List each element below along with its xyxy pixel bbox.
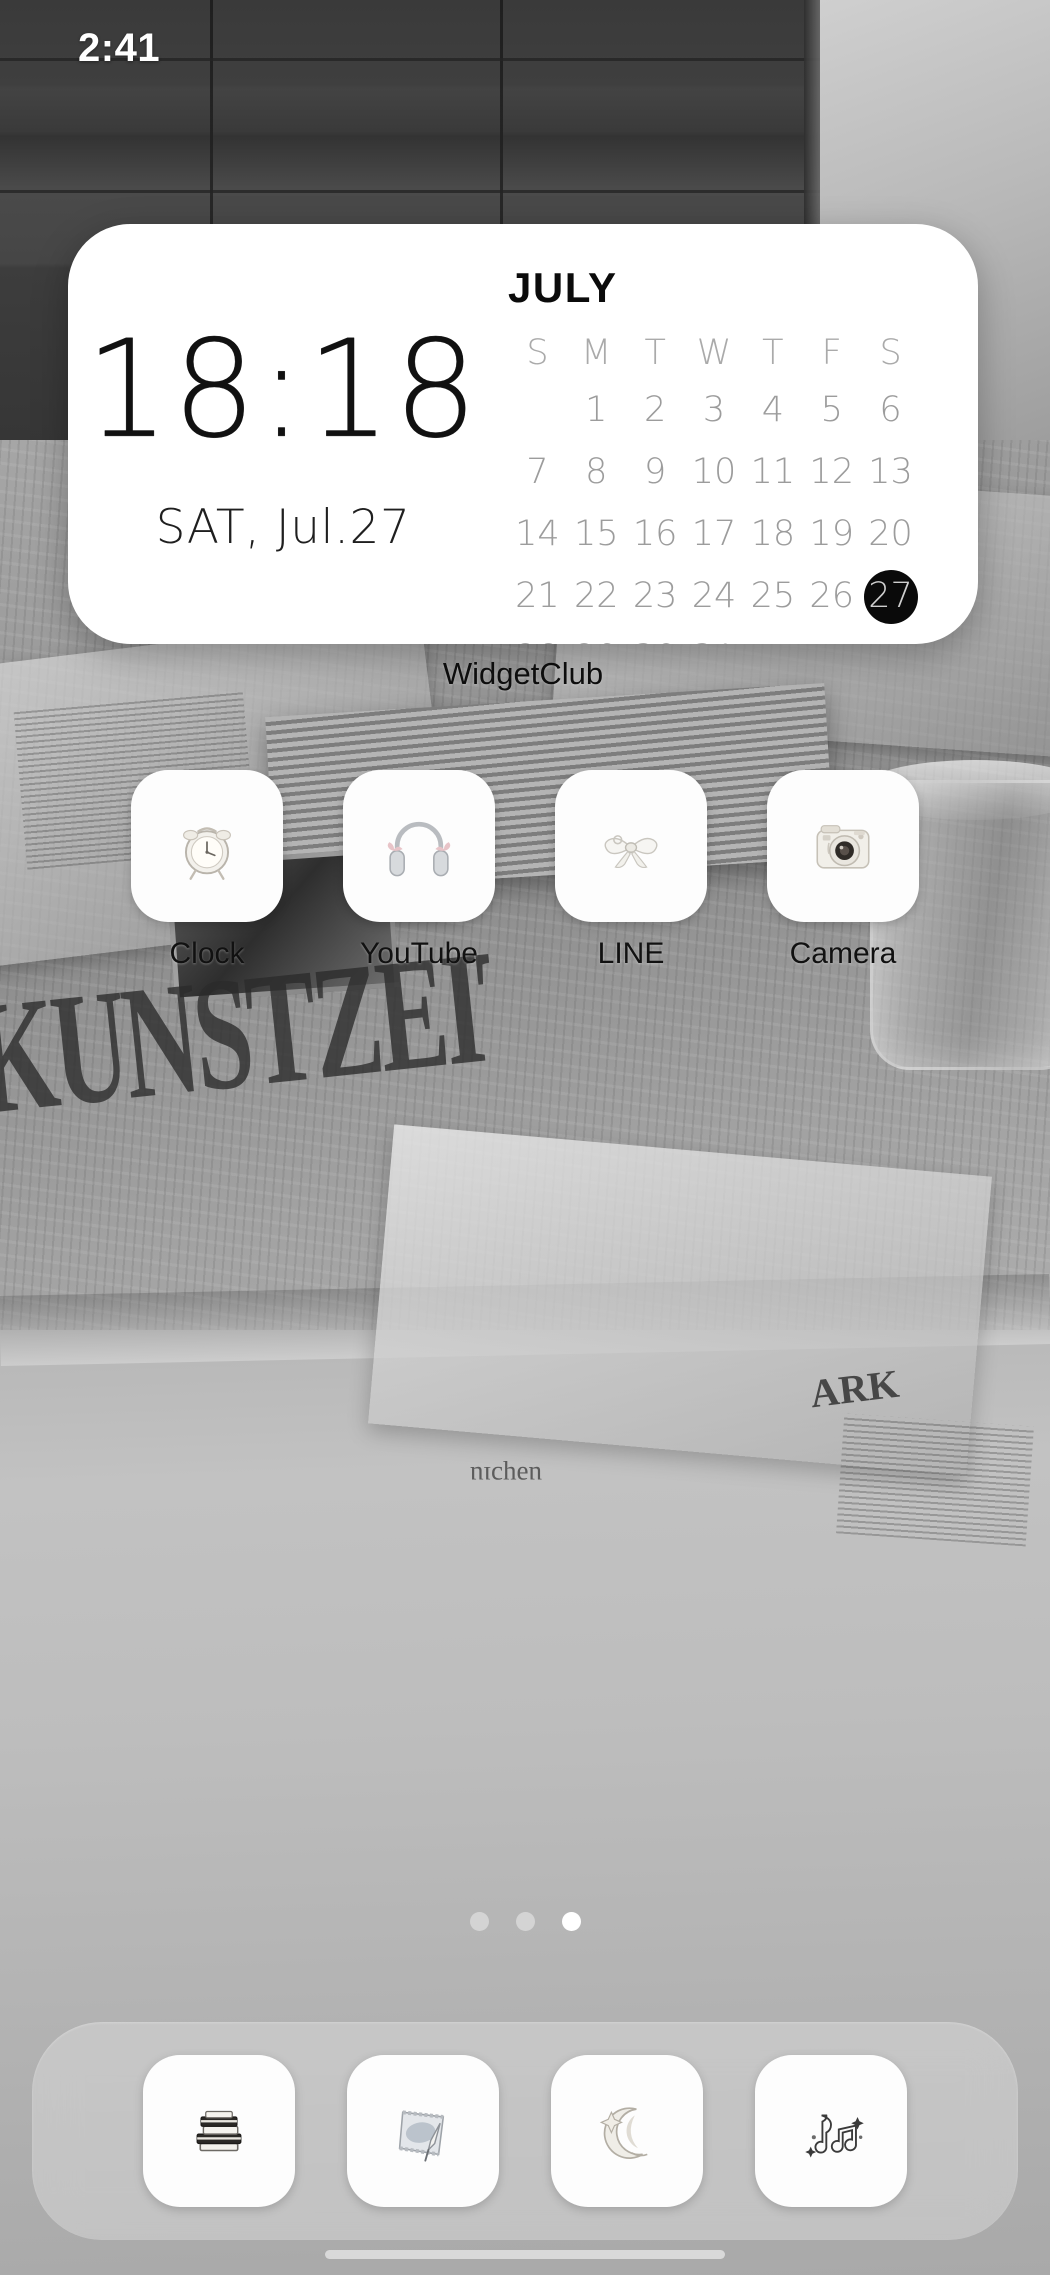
app-icon-camera[interactable]: Camera <box>767 770 919 971</box>
app-icon-grid: Clock YouTube LINE Camera <box>0 770 1050 971</box>
calendar-day-header: T <box>644 333 666 373</box>
calendar-day: 15 <box>573 513 619 554</box>
dock <box>32 2022 1018 2240</box>
calendar-day: 17 <box>691 513 737 554</box>
calendar-empty-cell <box>510 384 564 438</box>
calendar-day-header: T <box>762 333 784 373</box>
calendar-day: 16 <box>632 513 678 554</box>
widget-calendar-section: JULY S M T W T F S 1 2 3 4 5 6 7 8 9 10 11 12 13 14 15 16 17 18 1… <box>498 224 978 644</box>
app-tile[interactable] <box>343 770 495 922</box>
calendar-day: 26 <box>809 575 854 616</box>
calendar-day: 3 <box>702 389 726 430</box>
calendar-day: 13 <box>868 451 913 492</box>
calendar-day-header: W <box>696 333 732 373</box>
calendar-day: 28 <box>510 632 564 644</box>
calendar-day: 22 <box>573 575 619 616</box>
widget-date-label: SAT, Jul.27 <box>155 499 411 555</box>
widget-month-label: JULY <box>508 264 618 311</box>
home-indicator[interactable] <box>325 2250 725 2259</box>
calendar-day: 20 <box>868 513 913 554</box>
calendar-day-header: M <box>581 333 612 373</box>
calendar-day: 10 <box>691 451 737 492</box>
app-tile[interactable] <box>767 770 919 922</box>
dock-app-crescent-moon-star[interactable] <box>551 2055 703 2207</box>
widget-calendar-grid: S M T W T F S 1 2 3 4 5 6 7 8 9 10 11 12 13 14 15 16 17 18 19 20 21… <box>508 332 920 644</box>
calendar-day: 6 <box>879 389 902 430</box>
calendar-day: 24 <box>691 575 737 616</box>
page-dot[interactable] <box>469 1912 489 1931</box>
calendar-day: 9 <box>643 451 667 492</box>
calendar-day: 2 <box>643 389 667 430</box>
calendar-day: 23 <box>632 575 678 616</box>
crescent-moon-star-icon <box>599 2107 648 2159</box>
widget-clock-time: 18:18 <box>85 310 481 469</box>
alarm-clock-icon <box>183 827 231 880</box>
calendar-day: 5 <box>820 389 843 430</box>
page-dot[interactable] <box>515 1912 535 1931</box>
home-screen: KUNSTZEITUNG ARK uəɥɔıu 2:41 18:18 SAT, … <box>0 0 1050 2275</box>
app-icon-label: Clock <box>169 937 245 970</box>
dock-app-notepad-pen[interactable] <box>347 2055 499 2207</box>
calendar-day: 18 <box>750 513 796 554</box>
app-icon-label: Camera <box>789 937 897 970</box>
clock-calendar-widget-container[interactable]: 18:18 SAT, Jul.27 JULY SMTWTFS1234567891… <box>68 224 978 691</box>
app-icon-youtube[interactable]: YouTube <box>343 770 495 971</box>
calendar-day-header: S <box>879 333 902 373</box>
app-icon-clock[interactable]: Clock <box>131 770 283 971</box>
calendar-day-header: S <box>526 333 549 373</box>
app-icon-label: YouTube <box>360 937 478 970</box>
calendar-day: 12 <box>809 451 854 492</box>
music-notes-sparkle-icon <box>805 2114 864 2158</box>
calendar-day: 19 <box>809 513 854 554</box>
stacked-books-icon <box>196 2110 242 2152</box>
calendar-day: 7 <box>526 451 549 492</box>
calendar-day: 11 <box>750 451 796 492</box>
calendar-day: 31 <box>687 632 741 644</box>
calendar-day: 14 <box>515 513 560 554</box>
notepad-pen-icon <box>398 2110 445 2162</box>
app-tile[interactable] <box>555 770 707 922</box>
wallpaper-text-column <box>836 1413 1034 1547</box>
calendar-day: 29 <box>569 632 623 644</box>
app-icon-line[interactable]: LINE <box>555 770 707 971</box>
calendar-day-header: F <box>821 333 842 373</box>
status-bar-clock: 2:41 <box>78 26 161 70</box>
calendar-day: 21 <box>515 575 560 616</box>
headphones-icon <box>387 821 451 877</box>
app-icon-label: LINE <box>597 937 665 970</box>
dock-app-stacked-books[interactable] <box>143 2055 295 2207</box>
calendar-day: 1 <box>585 389 608 430</box>
widget-attribution-label: WidgetClub <box>442 656 604 691</box>
ribbon-bow-icon <box>604 835 658 869</box>
app-tile[interactable] <box>131 770 283 922</box>
calendar-day-today: 27 <box>863 569 918 624</box>
wallpaper-reversed-text: uəɥɔıu <box>470 1461 542 1491</box>
instant-camera-icon <box>816 825 870 869</box>
calendar-day: 30 <box>628 632 682 644</box>
page-dot-active[interactable] <box>561 1912 581 1931</box>
clock-calendar-widget[interactable]: 18:18 SAT, Jul.27 JULY SMTWTFS1234567891… <box>68 224 978 644</box>
dock-app-music-notes-sparkle[interactable] <box>755 2055 907 2207</box>
calendar-day: 25 <box>750 575 796 616</box>
page-indicator[interactable] <box>0 1912 1050 1931</box>
calendar-day: 8 <box>585 451 608 492</box>
status-bar: 2:41 <box>0 0 1050 95</box>
calendar-day: 4 <box>761 389 784 430</box>
widget-clock-section: 18:18 SAT, Jul.27 <box>68 224 498 644</box>
